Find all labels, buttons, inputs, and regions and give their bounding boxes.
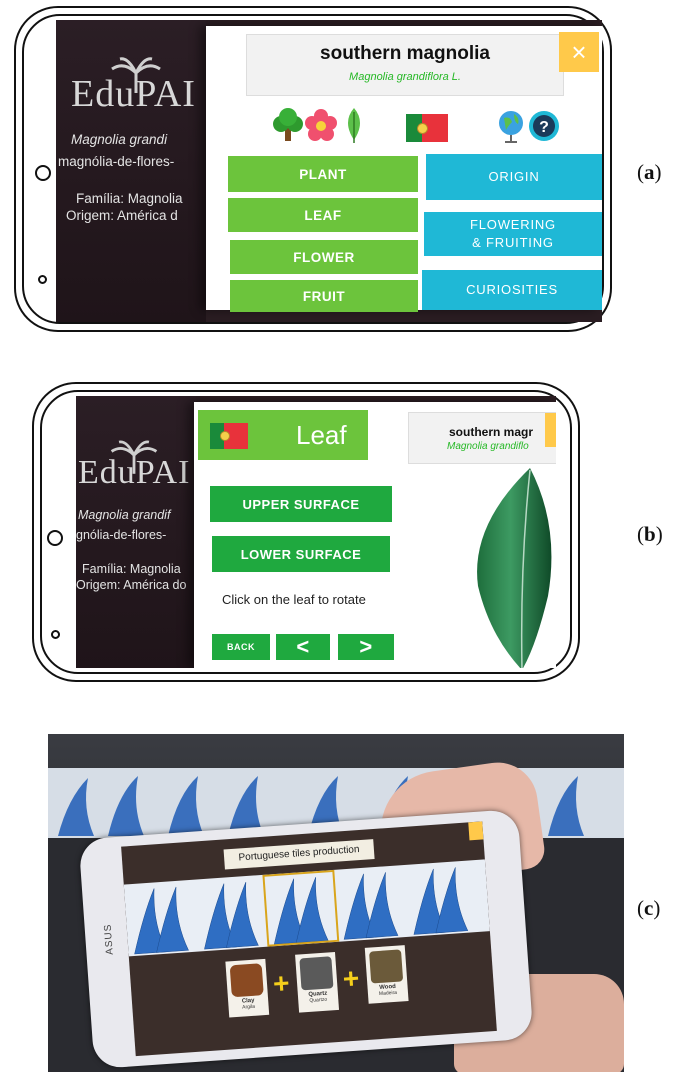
next-button[interactable]: >	[338, 634, 394, 660]
globe-icon[interactable]	[496, 108, 528, 144]
portugal-flag-icon[interactable]	[406, 114, 448, 142]
tile-row	[134, 867, 469, 955]
close-button[interactable]	[545, 413, 556, 447]
title-card: southern magnolia Magnolia grandiflora L…	[246, 34, 564, 96]
panel-label-a: (a)	[637, 160, 662, 184]
palm-tree-icon	[110, 440, 158, 474]
plus-icon: +	[271, 967, 291, 1000]
poster-line: Família: Magnolia	[76, 191, 183, 206]
close-icon: ×	[571, 37, 587, 67]
home-button-b[interactable]	[47, 530, 63, 546]
side-scientific-name: Magnolia grandiflo	[447, 441, 529, 452]
poster-line: Magnolia grandif	[78, 508, 171, 522]
palm-tree-icon	[111, 57, 161, 93]
poster-line: Origem: América d	[66, 208, 178, 223]
poster-line: gnólia-de-flores-	[76, 528, 167, 542]
sensor-a	[38, 275, 47, 284]
leaf-icon[interactable]	[342, 106, 366, 144]
screen-b: EduPAI Magnolia grandif gnólia-de-flores…	[76, 396, 556, 668]
side-common-name: southern magr	[449, 425, 534, 439]
side-title-card: southern magr Magnolia grandiflo	[408, 412, 556, 464]
leaf-header: Leaf	[198, 410, 368, 460]
svg-text:?: ?	[539, 119, 549, 136]
back-button[interactable]: BACK	[212, 634, 270, 660]
flowering-fruiting-button[interactable]: FLOWERING & FRUITING	[424, 212, 602, 256]
plus-icon: +	[341, 962, 361, 995]
help-icon[interactable]: ?	[528, 110, 560, 142]
poster-a: EduPAI Magnolia grandi magnólia-de-flore…	[56, 20, 206, 322]
poster-line: Magnolia grandi	[71, 132, 168, 147]
ingredient-card[interactable]: Wood Madeira	[364, 945, 409, 1004]
origin-button[interactable]: ORIGIN	[426, 154, 602, 200]
curiosities-button[interactable]: CURIOSITIES	[422, 270, 602, 310]
app-window-b: Leaf southern magr Magnolia grandiflo UP…	[194, 402, 556, 668]
ingredient-card[interactable]: Quartz Quartzo	[295, 952, 340, 1013]
plant-button[interactable]: PLANT	[228, 156, 418, 192]
tree-icon[interactable]	[272, 108, 304, 142]
screen-c: Portuguese tiles production Clay Argila …	[121, 821, 497, 1057]
tiles-title: Portuguese tiles production	[223, 839, 375, 870]
common-name: southern magnolia	[320, 43, 490, 64]
phone-c: ASUS Portuguese tiles production Clay Ar…	[78, 808, 534, 1070]
poster-b: EduPAI Magnolia grandif gnólia-de-flores…	[76, 396, 196, 668]
poster-line: Família: Magnolia	[82, 562, 181, 576]
scientific-name: Magnolia grandiflora L.	[349, 71, 461, 83]
sensor-b	[51, 630, 60, 639]
close-button[interactable]: ×	[559, 32, 599, 72]
magnolia-leaf-3d[interactable]	[470, 466, 556, 668]
portugal-flag-icon[interactable]	[210, 423, 248, 449]
ingredient-card[interactable]: Clay Argila	[225, 958, 270, 1018]
tile-strip	[123, 859, 490, 957]
home-button-a[interactable]	[35, 165, 51, 181]
phone-frame-a: EduPAI Magnolia grandi magnólia-de-flore…	[14, 6, 612, 332]
fruit-button[interactable]: FRUIT	[230, 280, 418, 312]
prev-button[interactable]: <	[276, 634, 330, 660]
panel-label-c: (c)	[637, 896, 661, 920]
leaf-button[interactable]: LEAF	[228, 198, 418, 232]
leaf-title: Leaf	[296, 420, 347, 450]
screen-a: EduPAI Magnolia grandi magnólia-de-flore…	[56, 20, 602, 322]
flower-button[interactable]: FLOWER	[230, 240, 418, 274]
app-window-a: southern magnolia Magnolia grandiflora L…	[206, 26, 602, 312]
phone-frame-b: EduPAI Magnolia grandif gnólia-de-flores…	[32, 382, 580, 682]
device-brand: ASUS	[102, 923, 116, 956]
photo-c: ASUS Portuguese tiles production Clay Ar…	[48, 734, 624, 1072]
close-button[interactable]	[468, 821, 484, 841]
flower-icon[interactable]	[304, 108, 338, 142]
upper-surface-button[interactable]: UPPER SURFACE	[210, 486, 392, 522]
panel-label-b: (b)	[637, 522, 663, 546]
rotate-hint: Click on the leaf to rotate	[222, 592, 366, 607]
poster-line: Origem: América do	[76, 578, 187, 592]
lower-surface-button[interactable]: LOWER SURFACE	[212, 536, 390, 572]
poster-line: magnólia-de-flores-	[58, 154, 175, 169]
